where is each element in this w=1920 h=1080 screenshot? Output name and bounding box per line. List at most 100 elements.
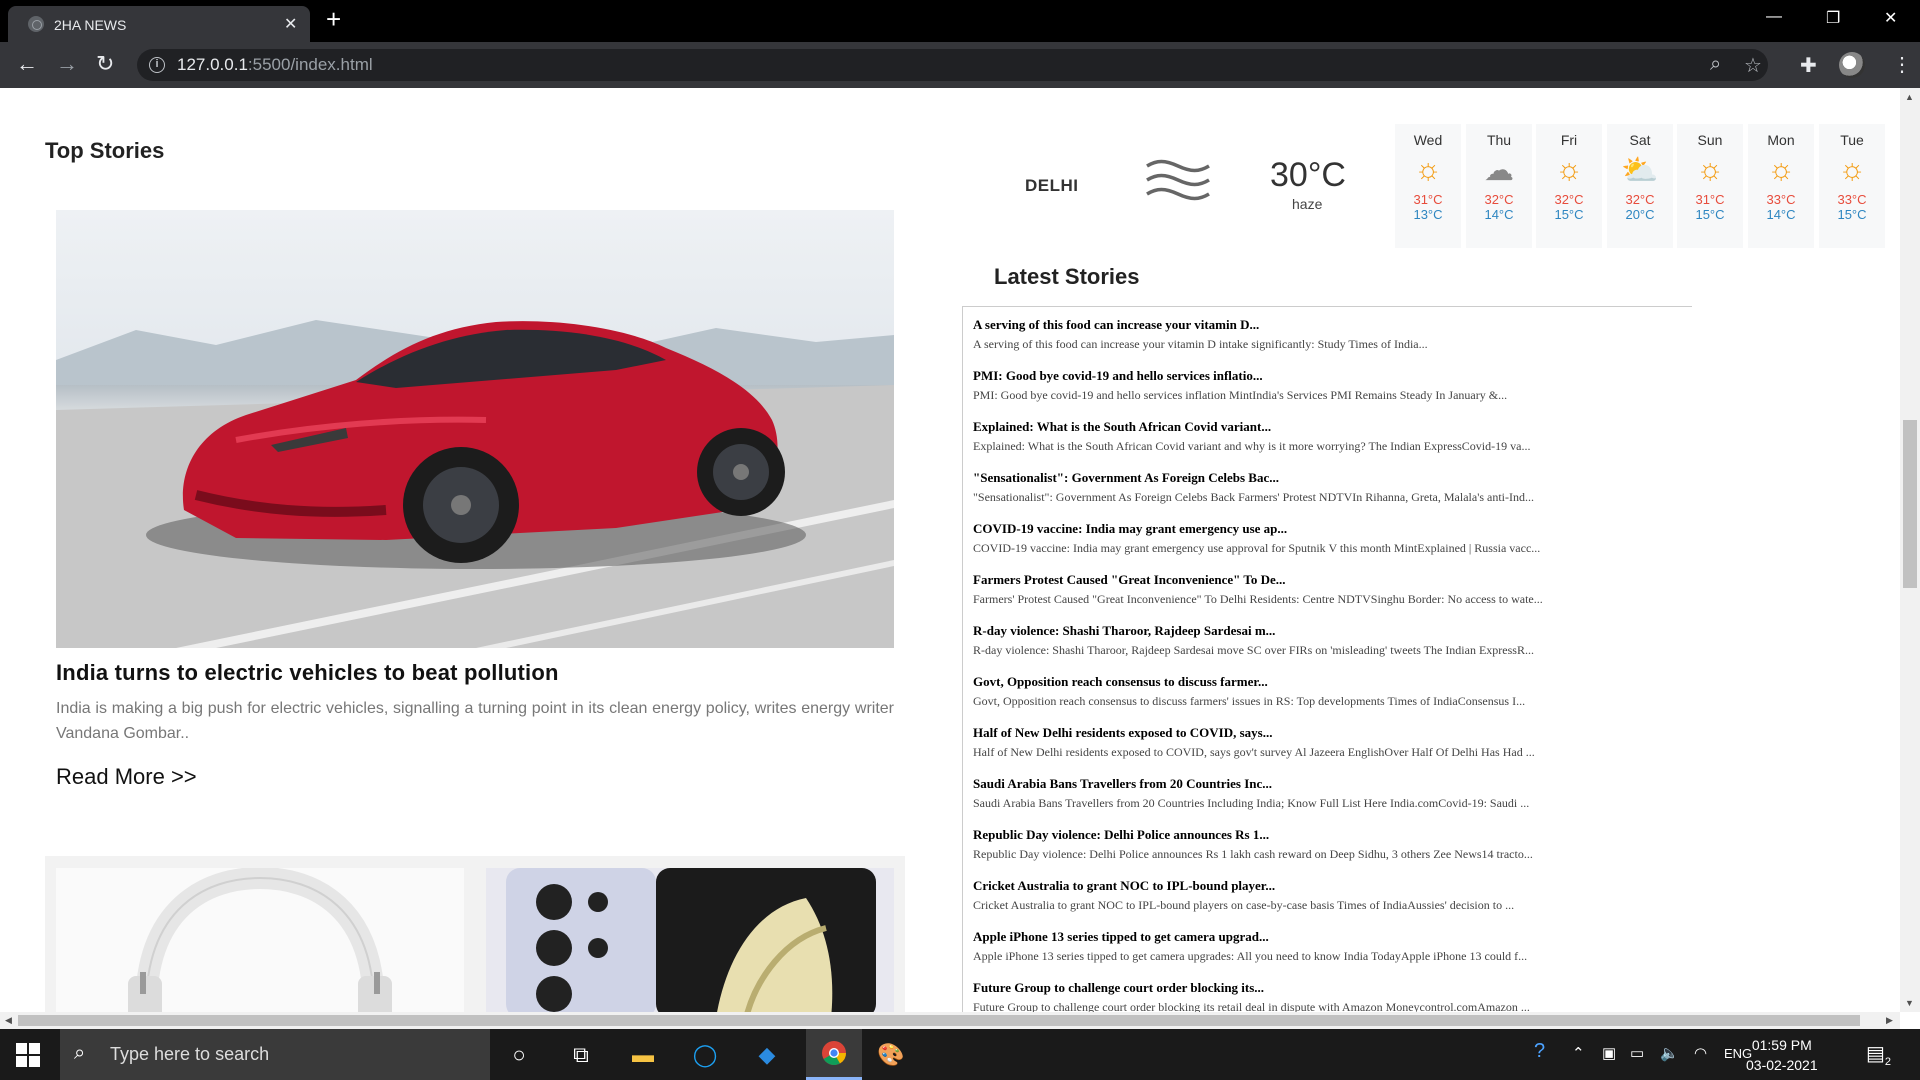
story-headline[interactable]: Republic Day violence: Delhi Police anno… [973,827,1533,843]
close-tab-icon[interactable]: ✕ [284,14,297,34]
chrome-icon[interactable] [806,1029,862,1080]
close-window-button[interactable]: ✕ [1884,8,1897,28]
story-headline[interactable]: Apple iPhone 13 series tipped to get cam… [973,929,1527,945]
forecast-day-wed: Wed ☼ 31°C 13°C [1395,124,1461,248]
device-icon[interactable]: ▣ [1602,1044,1616,1062]
notification-icon[interactable]: ▤2 [1866,1041,1891,1068]
story-summary: COVID-19 vaccine: India may grant emerge… [973,541,1541,555]
hero-article-title[interactable]: India turns to electric vehicles to beat… [56,660,559,686]
latest-story-item[interactable]: Farmers Protest Caused "Great Inconvenie… [973,572,1543,607]
back-arrow-icon[interactable]: ← [16,51,38,77]
scroll-left-icon[interactable]: ◀ [5,1015,12,1026]
partly-cloudy-icon: ⛅ [1621,153,1659,187]
story-headline[interactable]: PMI: Good bye covid-19 and hello service… [973,368,1507,384]
forecast-low: 20°C [1625,207,1655,222]
forecast-day-label: Sat [1629,132,1651,148]
latest-story-item[interactable]: "Sensationalist": Government As Foreign … [973,470,1534,505]
forecast-day-sat: Sat ⛅ 32°C 20°C [1607,124,1673,248]
scroll-up-icon[interactable]: ▲ [1905,92,1914,102]
vertical-scroll-thumb[interactable] [1903,420,1917,588]
taskbar-search-box[interactable]: ⌕ Type here to search [60,1029,490,1080]
latest-story-item[interactable]: R-day violence: Shashi Tharoor, Rajdeep … [973,623,1534,658]
latest-story-item[interactable]: Half of New Delhi residents exposed to C… [973,725,1535,760]
new-tab-button[interactable]: + [326,6,341,32]
latest-story-item[interactable]: Republic Day violence: Delhi Police anno… [973,827,1533,862]
forward-arrow-icon[interactable]: → [56,51,78,77]
paint-app-icon[interactable]: 🎨 [870,1039,912,1071]
story-headline[interactable]: Farmers Protest Caused "Great Inconvenie… [973,572,1543,588]
windows-start-icon[interactable] [16,1043,40,1067]
story-summary: PMI: Good bye covid-19 and hello service… [973,388,1508,402]
horizontal-scroll-thumb[interactable] [18,1015,1860,1026]
story-headline[interactable]: Explained: What is the South African Cov… [973,419,1530,435]
menu-kebab-icon[interactable]: ⋮ [1892,52,1912,77]
story-headline[interactable]: R-day violence: Shashi Tharoor, Rajdeep … [973,623,1534,639]
volume-icon[interactable]: 🔈 [1660,1044,1679,1062]
story-headline[interactable]: Half of New Delhi residents exposed to C… [973,725,1535,741]
top-stories-heading: Top Stories [45,138,165,163]
help-icon[interactable]: ? [1534,1040,1545,1063]
system-clock[interactable]: 01:59 PM 03-02-2021 [1746,1035,1818,1075]
scroll-right-icon[interactable]: ▶ [1886,1015,1893,1026]
url-text[interactable]: 127.0.0.1:5500/index.html [177,55,373,75]
latest-story-item[interactable]: Cricket Australia to grant NOC to IPL-bo… [973,878,1514,913]
story-headline[interactable]: COVID-19 vaccine: India may grant emerge… [973,521,1540,537]
latest-story-item[interactable]: Future Group to challenge court order bl… [973,980,1530,1012]
browser-tab[interactable]: 2HA NEWS ✕ [8,6,310,42]
latest-story-item[interactable]: Apple iPhone 13 series tipped to get cam… [973,929,1527,964]
vertical-scrollbar[interactable]: ▲ ▼ [1900,88,1920,1012]
zoom-icon[interactable]: ⌕ [1710,53,1721,76]
story-summary: Cricket Australia to grant NOC to IPL-bo… [973,898,1515,912]
headphones-story-card[interactable] [56,868,464,1012]
story-headline[interactable]: Cricket Australia to grant NOC to IPL-bo… [973,878,1514,894]
latest-story-item[interactable]: PMI: Good bye covid-19 and hello service… [973,368,1507,403]
story-summary: Saudi Arabia Bans Travellers from 20 Cou… [973,796,1530,810]
profile-avatar[interactable] [1839,52,1865,78]
site-info-icon[interactable]: i [149,57,165,73]
forecast-low: 15°C [1695,207,1725,222]
story-headline[interactable]: Future Group to challenge court order bl… [973,980,1530,996]
smartphone-story-card[interactable] [486,868,894,1012]
sun-icon: ☼ [1555,153,1583,186]
hero-car-image[interactable] [56,210,894,648]
reload-icon[interactable]: ↻ [96,51,114,77]
latest-story-item[interactable]: Explained: What is the South African Cov… [973,419,1530,454]
read-more-link[interactable]: Read More >> [56,764,197,790]
forecast-high: 32°C [1484,192,1514,207]
forecast-day-label: Mon [1767,132,1795,148]
latest-stories-list[interactable]: A serving of this food can increase your… [962,306,1692,1012]
forecast-day-tue: Tue ☼ 33°C 15°C [1819,124,1885,248]
current-temperature: 30°C [1270,156,1346,194]
chevron-up-icon[interactable]: ⌃ [1572,1044,1585,1062]
forecast-high: 31°C [1695,192,1725,207]
vscode-icon[interactable]: ◆ [746,1039,788,1071]
forecast-low: 14°C [1484,207,1514,222]
wifi-icon[interactable]: ◠ [1694,1044,1707,1062]
address-bar[interactable]: i 127.0.0.1:5500/index.html ⌕ ☆ [137,49,1768,81]
file-explorer-icon[interactable]: ▬ [622,1039,664,1071]
latest-story-item[interactable]: A serving of this food can increase your… [973,317,1428,352]
story-headline[interactable]: Govt, Opposition reach consensus to disc… [973,674,1525,690]
latest-story-item[interactable]: Saudi Arabia Bans Travellers from 20 Cou… [973,776,1529,811]
forecast-high: 33°C [1837,192,1867,207]
cortana-circle-icon[interactable]: ○ [498,1039,540,1071]
web-page: Top Stories India turns to electric vehi… [0,88,1900,1012]
maximize-button[interactable]: ❐ [1826,8,1840,28]
story-headline[interactable]: A serving of this food can increase your… [973,317,1428,333]
browser-tab-bar: 2HA NEWS ✕ + — ❐ ✕ [0,0,1920,42]
forecast-high: 32°C [1625,192,1655,207]
minimize-button[interactable]: — [1766,8,1782,26]
latest-story-item[interactable]: Govt, Opposition reach consensus to disc… [973,674,1525,709]
horizontal-scrollbar[interactable]: ◀ ▶ [0,1012,1900,1029]
task-view-icon[interactable]: ⧉ [560,1039,602,1071]
cortana-ring-icon[interactable]: ◯ [684,1039,726,1071]
latest-story-item[interactable]: COVID-19 vaccine: India may grant emerge… [973,521,1540,556]
address-toolbar: ← → ↻ i 127.0.0.1:5500/index.html ⌕ ☆ ✚ … [0,42,1920,88]
scroll-down-icon[interactable]: ▼ [1905,998,1914,1008]
bookmark-star-icon[interactable]: ☆ [1744,53,1762,78]
extensions-puzzle-icon[interactable]: ✚ [1800,53,1817,78]
story-headline[interactable]: "Sensationalist": Government As Foreign … [973,470,1534,486]
story-headline[interactable]: Saudi Arabia Bans Travellers from 20 Cou… [973,776,1529,792]
story-summary: "Sensationalist": Government As Foreign … [973,490,1535,504]
battery-icon[interactable]: ▭ [1630,1044,1644,1062]
